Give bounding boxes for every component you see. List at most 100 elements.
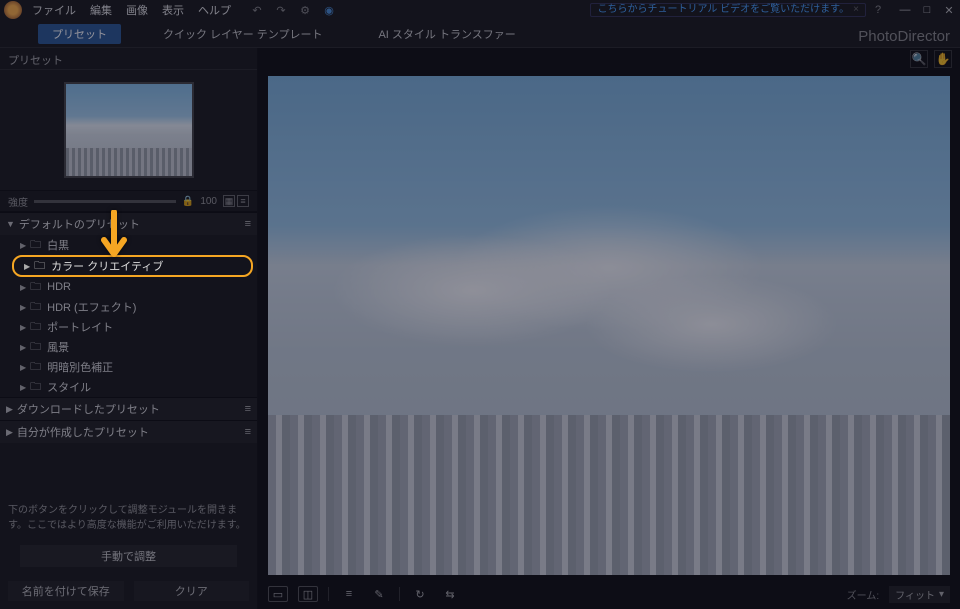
chevron-right-icon: ▶: [20, 343, 26, 352]
tutorial-close-icon[interactable]: ×: [853, 3, 859, 17]
strength-value: 100: [200, 196, 217, 207]
sliders-icon[interactable]: ⇆: [440, 586, 460, 602]
section-menu-icon[interactable]: ≡: [245, 403, 251, 415]
main-area: 🔍 ✋ ▭ ◫ ≡ ✎ ↻ ⇆ ズーム: フィット ▾: [258, 48, 960, 609]
preset-folder-color-creative[interactable]: ▶ 🗀 カラー クリエイティブ: [12, 255, 253, 277]
section-label: デフォルトのプリセット: [19, 216, 245, 232]
viewport-footer: ▭ ◫ ≡ ✎ ↻ ⇆ ズーム: フィット ▾: [258, 579, 960, 609]
chevron-right-icon: ▶: [20, 283, 26, 292]
chevron-right-icon: ▶: [6, 404, 13, 415]
undo-icon[interactable]: ↶: [249, 2, 265, 18]
zoom-value: フィット: [895, 587, 935, 602]
chevron-right-icon: ▶: [20, 383, 26, 392]
preset-folder-bw[interactable]: ▶ 🗀 白黒: [0, 235, 257, 255]
settings-icon[interactable]: ⚙: [297, 2, 313, 18]
folder-icon: 🗀: [30, 378, 41, 397]
dropdown-icon: ▾: [939, 589, 944, 600]
levels-icon[interactable]: ≡: [339, 586, 359, 602]
tab-ai-style-transfer[interactable]: AI スタイル トランスファー: [364, 24, 529, 44]
chevron-right-icon: ▶: [20, 363, 26, 372]
preset-tree: ▼ デフォルトのプリセット ≡ ▶ 🗀 白黒 ▶ 🗀 カラー クリエイティブ: [0, 212, 257, 443]
strength-label: 強度: [8, 194, 28, 209]
strength-slider[interactable]: [34, 200, 176, 203]
chevron-right-icon: ▶: [24, 262, 30, 271]
preset-label: ポートレイト: [47, 319, 113, 335]
tab-preset[interactable]: プリセット: [38, 24, 121, 44]
manual-adjust-button[interactable]: 手動で調整: [20, 545, 237, 567]
hint-text: 下のボタンをクリックして調整モジュールを開きます。ここではより高度な機能がご利用…: [8, 503, 249, 533]
tutorial-banner[interactable]: こちらからチュートリアル ビデオをご覧いただけます。 ×: [590, 3, 866, 17]
rotate-icon[interactable]: ↻: [410, 586, 430, 602]
tutorial-text: こちらからチュートリアル ビデオをご覧いただけます。: [597, 3, 849, 17]
minimize-button[interactable]: —: [898, 4, 912, 17]
maximize-button[interactable]: □: [920, 4, 934, 17]
image-skyline: [268, 415, 950, 575]
preset-sidebar: プリセット 強度 🔒 100 ▦ ≡ ▼ デフォルトのプリセ: [0, 48, 258, 609]
clear-button[interactable]: クリア: [134, 581, 250, 601]
compare-view-icon[interactable]: ◫: [298, 586, 318, 602]
menu-bar: ファイル 編集 画像 表示 ヘルプ ↶ ↷ ⚙ ◉ こちらからチュートリアル ビ…: [0, 0, 960, 20]
menu-help[interactable]: ヘルプ: [198, 2, 231, 18]
chevron-down-icon: ▼: [6, 219, 15, 229]
close-button[interactable]: ✕: [942, 4, 956, 17]
folder-icon: 🗀: [34, 257, 45, 276]
preset-folder-style[interactable]: ▶ 🗀 スタイル: [0, 377, 257, 397]
brand-label: PhotoDirector: [858, 28, 950, 45]
mode-tabbar: プリセット クイック レイヤー テンプレート AI スタイル トランスファー: [0, 20, 960, 48]
preset-folder-hdr[interactable]: ▶ 🗀 HDR: [0, 277, 257, 297]
preview-thumbnail-area: [0, 70, 257, 190]
preview-thumbnail[interactable]: [64, 82, 194, 178]
menu-file[interactable]: ファイル: [32, 2, 76, 18]
section-my-presets[interactable]: ▶ 自分が作成したプリセット ≡: [0, 421, 257, 443]
panel-title: プリセット: [0, 48, 257, 70]
lock-icon: 🔒: [182, 196, 194, 207]
brush-icon[interactable]: ✎: [369, 586, 389, 602]
zoom-select[interactable]: フィット ▾: [889, 586, 950, 603]
folder-icon: 🗀: [30, 298, 41, 317]
app-logo: [4, 1, 22, 19]
single-view-icon[interactable]: ▭: [268, 586, 288, 602]
section-menu-icon[interactable]: ≡: [245, 426, 251, 438]
preset-folder-hdr-effect[interactable]: ▶ 🗀 HDR (エフェクト): [0, 297, 257, 317]
preset-label: 風景: [47, 339, 69, 355]
folder-icon: 🗀: [30, 338, 41, 357]
folder-icon: 🗀: [30, 358, 41, 377]
section-menu-icon[interactable]: ≡: [245, 218, 251, 230]
menu-view[interactable]: 表示: [162, 2, 184, 18]
chevron-right-icon: ▶: [20, 323, 26, 332]
window-controls: — □ ✕: [898, 4, 956, 17]
strength-row: 強度 🔒 100 ▦ ≡: [0, 190, 257, 212]
preset-label: カラー クリエイティブ: [51, 258, 163, 274]
zoom-label: ズーム:: [847, 587, 879, 602]
grid-view-icon[interactable]: ▦: [223, 195, 235, 207]
tab-quick-layer-template[interactable]: クイック レイヤー テンプレート: [149, 24, 336, 44]
list-view-icon[interactable]: ≡: [237, 195, 249, 207]
image-viewport[interactable]: [268, 76, 950, 575]
menu-image[interactable]: 画像: [126, 2, 148, 18]
zoom-tool-icon[interactable]: 🔍: [910, 50, 928, 68]
preset-label: 明暗別色補正: [47, 359, 113, 375]
folder-icon: 🗀: [30, 278, 41, 297]
chevron-right-icon: ▶: [20, 303, 26, 312]
viewport-tools: 🔍 ✋: [258, 48, 960, 70]
chevron-right-icon: ▶: [20, 241, 26, 250]
preset-label: HDR (エフェクト): [47, 299, 136, 315]
folder-icon: 🗀: [30, 318, 41, 337]
folder-icon: 🗀: [30, 236, 41, 255]
section-default-presets[interactable]: ▼ デフォルトのプリセット ≡: [0, 213, 257, 235]
preset-folder-portrait[interactable]: ▶ 🗀 ポートレイト: [0, 317, 257, 337]
menu-edit[interactable]: 編集: [90, 2, 112, 18]
image-clouds: [268, 201, 950, 426]
help-icon[interactable]: ?: [870, 2, 886, 18]
section-label: ダウンロードしたプリセット: [17, 401, 245, 417]
preset-label: スタイル: [47, 379, 91, 395]
section-downloaded-presets[interactable]: ▶ ダウンロードしたプリセット ≡: [0, 398, 257, 420]
chevron-right-icon: ▶: [6, 427, 13, 438]
preset-label: HDR: [47, 281, 71, 293]
save-as-button[interactable]: 名前を付けて保存: [8, 581, 124, 601]
redo-icon[interactable]: ↷: [273, 2, 289, 18]
pan-tool-icon[interactable]: ✋: [934, 50, 952, 68]
notification-icon[interactable]: ◉: [321, 2, 337, 18]
preset-folder-splittone[interactable]: ▶ 🗀 明暗別色補正: [0, 357, 257, 377]
preset-folder-landscape[interactable]: ▶ 🗀 風景: [0, 337, 257, 357]
